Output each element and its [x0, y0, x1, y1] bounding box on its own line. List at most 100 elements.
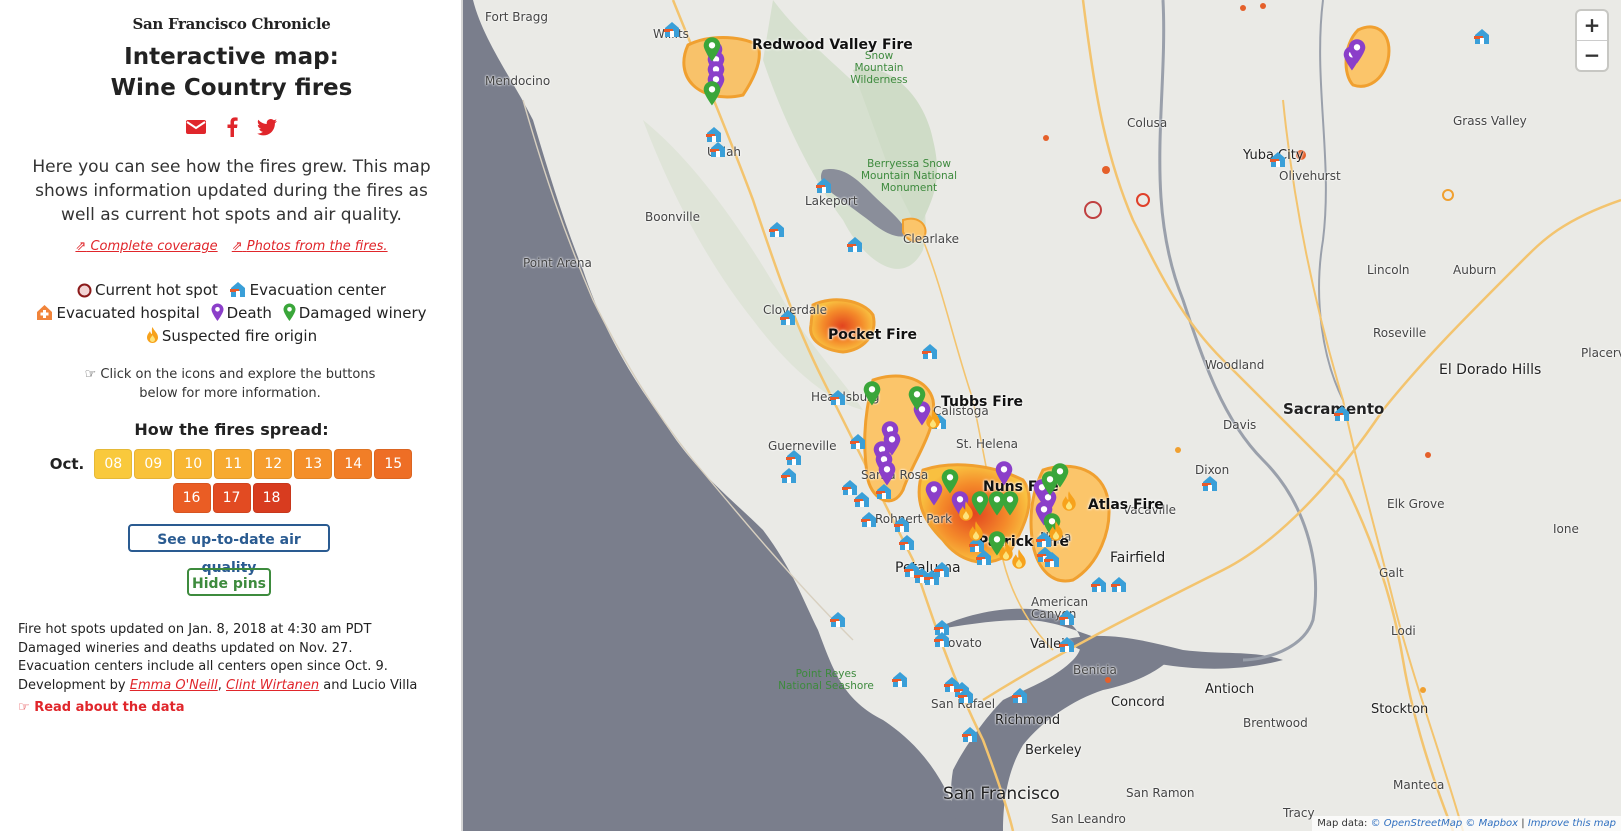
date-button-08[interactable]: 08 — [94, 449, 133, 479]
sidebar: San Francisco Chronicle Interactive map:… — [0, 0, 463, 831]
hide-pins-button[interactable]: Hide pins — [187, 568, 271, 596]
flame-icon[interactable] — [925, 408, 941, 434]
date-button-12[interactable]: 12 — [254, 449, 293, 479]
place-tracy: Tracy — [1283, 806, 1315, 820]
evacuation-center-icon[interactable] — [829, 388, 847, 410]
evacuation-center-icon[interactable] — [780, 466, 798, 488]
evacuation-center-icon[interactable] — [933, 630, 951, 652]
evacuation-center-icon[interactable] — [891, 670, 909, 692]
photos-link[interactable]: ⇗ Photos from the fires. — [232, 239, 388, 254]
evacuation-center-icon[interactable] — [709, 140, 727, 162]
evacuation-center-icon[interactable] — [853, 490, 871, 512]
evacuation-center-icon[interactable] — [975, 548, 993, 570]
flame-icon[interactable] — [1011, 548, 1027, 574]
evacuation-center-icon[interactable] — [933, 560, 951, 582]
attribution-osm-link[interactable]: © OpenStreetMap — [1371, 818, 1463, 829]
park-point-reyes: Point Reyes National Seashore — [778, 668, 874, 692]
evacuation-center-icon[interactable] — [1110, 575, 1128, 597]
evacuation-center-icon[interactable] — [846, 235, 864, 257]
flame-icon[interactable] — [1048, 520, 1064, 546]
map[interactable]: Fort Bragg Willits Mendocino Ukiah Boonv… — [463, 0, 1621, 831]
brand-logo[interactable]: San Francisco Chronicle — [0, 15, 463, 33]
twitter-icon[interactable] — [256, 118, 277, 140]
winery-pin-icon[interactable] — [1001, 490, 1019, 520]
winery-pin-icon[interactable] — [863, 380, 881, 410]
winery-pin-icon[interactable] — [941, 468, 959, 498]
date-button-16[interactable]: 16 — [172, 483, 211, 513]
place-lincoln: Lincoln — [1367, 263, 1410, 277]
date-button-11[interactable]: 11 — [214, 449, 253, 479]
evacuation-center-icon[interactable] — [921, 342, 939, 364]
fire-label-pocket[interactable]: Pocket Fire — [828, 327, 917, 343]
place-placerville: Placerville — [1581, 346, 1621, 360]
evacuation-center-icon[interactable] — [1058, 608, 1076, 630]
evacuation-center-icon[interactable] — [1473, 27, 1491, 49]
zoom-out-button[interactable]: − — [1577, 41, 1607, 70]
email-icon[interactable] — [186, 119, 207, 139]
date-button-15[interactable]: 15 — [374, 449, 413, 479]
read-about-data-label: Read about the data — [34, 700, 185, 715]
place-benicia: Benicia — [1073, 663, 1117, 677]
date-button-17[interactable]: 17 — [212, 483, 251, 513]
complete-coverage-link[interactable]: ⇗ Complete coverage — [75, 239, 217, 254]
evacuation-center-icon[interactable] — [779, 308, 797, 330]
dev-link-clint[interactable]: Clint Wirtanen — [226, 678, 319, 693]
evacuation-center-icon[interactable] — [875, 482, 893, 504]
evacuation-center-icon[interactable] — [1043, 550, 1061, 572]
evacuation-center-icon[interactable] — [815, 176, 833, 198]
evacuation-center-icon[interactable] — [663, 20, 681, 42]
external-link-icon: ⇗ — [75, 239, 87, 254]
page-title: Interactive map: Wine Country fires — [0, 42, 463, 104]
fire-label-atlas[interactable]: Atlas Fire — [1088, 497, 1164, 513]
pointing-hand-icon: ☞ — [84, 367, 97, 382]
legend-death: Death — [211, 302, 272, 325]
evacuation-center-icon[interactable] — [1090, 575, 1108, 597]
winery-pin-icon[interactable] — [908, 385, 926, 415]
evacuation-center-icon[interactable] — [1058, 635, 1076, 657]
dev-link-emma[interactable]: Emma O'Neill — [130, 678, 218, 693]
place-san-francisco: San Francisco — [943, 784, 1060, 804]
place-roseville: Roseville — [1373, 326, 1427, 340]
date-button-18[interactable]: 18 — [252, 483, 291, 513]
winery-pin-icon[interactable] — [703, 36, 721, 66]
evacuation-center-icon[interactable] — [1269, 150, 1287, 172]
read-about-data-link[interactable]: ☞ Read about the data — [18, 700, 185, 715]
date-button-14[interactable]: 14 — [334, 449, 373, 479]
place-galt: Galt — [1379, 566, 1404, 580]
attribution-improve-link[interactable]: Improve this map — [1528, 818, 1616, 829]
place-davis: Davis — [1223, 418, 1257, 432]
place-fairfield: Fairfield — [1110, 550, 1166, 566]
notes-evac: Evacuation centers include all centers o… — [18, 659, 388, 674]
evacuation-center-icon[interactable] — [1333, 404, 1351, 426]
evacuation-center-icon[interactable] — [957, 686, 975, 708]
fire-label-tubbs[interactable]: Tubbs Fire — [941, 394, 1023, 410]
death-pin-icon[interactable] — [1348, 38, 1366, 68]
date-button-09[interactable]: 09 — [134, 449, 173, 479]
attribution-prefix: Map data: — [1317, 818, 1368, 829]
death-pin-icon[interactable] — [995, 460, 1013, 490]
flame-icon — [146, 327, 158, 343]
month-label: Oct. — [49, 455, 85, 473]
evacuation-center-icon[interactable] — [1201, 474, 1219, 496]
place-antioch: Antioch — [1205, 682, 1255, 697]
evacuation-center-icon[interactable] — [1011, 686, 1029, 708]
flame-icon[interactable] — [1061, 490, 1077, 516]
zoom-in-button[interactable]: + — [1577, 11, 1607, 41]
place-richmond: Richmond — [995, 713, 1061, 728]
evacuation-center-icon[interactable] — [860, 510, 878, 532]
evacuation-center-icon[interactable] — [829, 610, 847, 632]
winery-pin-icon[interactable] — [1051, 462, 1069, 492]
flame-icon[interactable] — [968, 520, 984, 546]
evacuation-center-icon[interactable] — [898, 533, 916, 555]
winery-pin-icon[interactable] — [703, 80, 721, 110]
title-line-2: Wine Country fires — [110, 75, 353, 101]
date-button-10[interactable]: 10 — [174, 449, 213, 479]
air-quality-button[interactable]: See up-to-date air quality — [128, 524, 330, 576]
fire-label-redwood-valley[interactable]: Redwood Valley Fire — [752, 37, 913, 53]
evacuation-center-icon[interactable] — [961, 725, 979, 747]
evacuation-center-icon[interactable] — [849, 432, 867, 454]
facebook-icon[interactable] — [226, 117, 238, 141]
evacuation-center-icon[interactable] — [768, 220, 786, 242]
attribution-mapbox-link[interactable]: © Mapbox — [1465, 818, 1518, 829]
date-button-13[interactable]: 13 — [294, 449, 333, 479]
